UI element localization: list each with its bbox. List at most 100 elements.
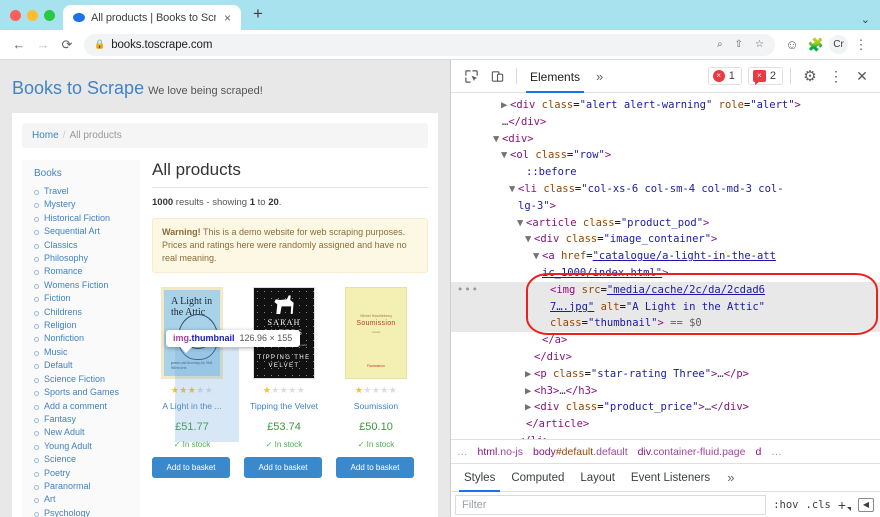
sidebar-item-young-adult[interactable]: Young Adult xyxy=(32,440,134,453)
close-icon[interactable]: ✕ xyxy=(850,64,874,88)
dom-node-line[interactable]: ▼ <li class="col-xs-6 col-sm-4 col-md-3 c… xyxy=(451,181,880,198)
dom-node-line[interactable]: </article> xyxy=(451,416,880,433)
search-icon[interactable]: ⌕ xyxy=(714,39,726,50)
dom-node-line[interactable]: ▶ <div class="alert alert-warning" role="… xyxy=(451,97,880,114)
dom-node-line[interactable]: ▼ <article class="product_pod"> xyxy=(451,215,880,232)
sidebar-item-music[interactable]: Music xyxy=(32,346,134,359)
dom-node-line[interactable]: ••• <img src="media/cache/2c/da/2cdad6 xyxy=(451,281,880,299)
sidebar-item-sequential-art[interactable]: Sequential Art xyxy=(32,225,134,238)
dom-node-line[interactable]: ▼ <ol class="row"> xyxy=(451,147,880,164)
error-count-badge[interactable]: × 1 xyxy=(707,67,742,85)
sidebar-item-add-a-comment[interactable]: Add a comment xyxy=(32,400,134,413)
gear-icon[interactable]: ⚙ xyxy=(798,64,822,88)
sidebar-item-religion[interactable]: Religion xyxy=(32,319,134,332)
tab-elements[interactable]: Elements xyxy=(524,60,586,93)
more-panel-tabs-icon[interactable]: » xyxy=(719,470,742,485)
address-bar[interactable]: 🔒 books.toscrape.com ⌕ ⇧ ☆ xyxy=(84,33,775,56)
chevron-down-icon[interactable]: ⌄ xyxy=(861,13,870,26)
add-to-basket-button[interactable]: Add to basket xyxy=(244,457,322,478)
breadcrumb-item[interactable]: html.no-js xyxy=(478,446,524,458)
dom-node-line[interactable]: ▶ <div class="product_price">…</div> xyxy=(451,399,880,416)
devtools-menu-icon[interactable]: ⋮ xyxy=(824,64,848,88)
product-title-link[interactable]: A Light in the ... xyxy=(152,401,232,412)
breadcrumb-home-link[interactable]: Home xyxy=(32,130,59,141)
sidebar-item-womens-fiction[interactable]: Womens Fiction xyxy=(32,279,134,292)
bookmark-star-icon[interactable]: ☆ xyxy=(752,39,767,50)
dom-node-line[interactable]: lg-3"> xyxy=(451,198,880,215)
sidebar-item-art[interactable]: Art xyxy=(32,493,134,506)
breadcrumb-item[interactable]: body#default.default xyxy=(533,446,628,458)
minimize-window-button[interactable] xyxy=(27,9,38,21)
sidebar-item-default[interactable]: Default xyxy=(32,359,134,372)
breadcrumb-overflow-right[interactable]: … xyxy=(771,446,782,458)
dom-node-line[interactable]: 7….jpg" alt="A Light in the Attic" xyxy=(451,298,880,316)
warning-count-badge[interactable]: × 2 xyxy=(747,67,783,85)
maximize-window-button[interactable] xyxy=(44,9,55,21)
computed-sidebar-toggle[interactable]: ◀ xyxy=(858,497,874,512)
dom-node-line[interactable]: ic_1000/index.html"> xyxy=(451,265,880,282)
dom-node-line[interactable]: </div> xyxy=(451,349,880,366)
tab-event-listeners[interactable]: Event Listeners xyxy=(624,464,717,492)
sidebar-item-fiction[interactable]: Fiction xyxy=(32,292,134,305)
avatar[interactable]: Cr xyxy=(829,35,848,54)
dom-node-line[interactable]: </li> xyxy=(451,433,880,439)
add-to-basket-button[interactable]: Add to basket xyxy=(152,457,230,478)
new-style-rule-button[interactable]: + xyxy=(838,497,852,513)
sidebar-item-fantasy[interactable]: Fantasy xyxy=(32,413,134,426)
dom-node-line[interactable]: ▼ <div> xyxy=(451,131,880,148)
dom-node-line[interactable]: …</div> xyxy=(451,114,880,131)
sidebar-item-new-adult[interactable]: New Adult xyxy=(32,426,134,439)
product-thumbnail[interactable]: Michel Houellebecq Soumission roman Flam… xyxy=(336,287,416,379)
sidebar-item-science[interactable]: Science xyxy=(32,453,134,466)
sidebar-item-historical-fiction[interactable]: Historical Fiction xyxy=(32,212,134,225)
breadcrumb-item[interactable]: d xyxy=(755,446,761,458)
sidebar-item-classics[interactable]: Classics xyxy=(32,239,134,252)
tab-computed[interactable]: Computed xyxy=(504,464,571,492)
sidebar-item-paranormal[interactable]: Paranormal xyxy=(32,480,134,493)
device-toolbar-icon[interactable] xyxy=(485,64,509,88)
product-title-link[interactable]: Tipping the Velvet xyxy=(244,401,324,412)
product-title-link[interactable]: Soumission xyxy=(336,401,416,412)
profile-icon[interactable]: ☺ xyxy=(781,34,803,56)
sidebar-item-childrens[interactable]: Childrens xyxy=(32,306,134,319)
sidebar-item-poetry[interactable]: Poetry xyxy=(32,467,134,480)
dom-node-line[interactable]: ▼ <div class="image_container"> xyxy=(451,231,880,248)
dom-node-line[interactable]: class="thumbnail"> == $0 xyxy=(451,315,880,333)
browser-tab[interactable]: All products | Books to Scrape × xyxy=(63,5,241,30)
back-button[interactable]: ← xyxy=(8,34,30,56)
new-tab-button[interactable]: + xyxy=(241,5,273,25)
dom-tree[interactable]: ▶ <div class="alert alert-warning" role="… xyxy=(451,93,880,439)
breadcrumb-overflow-left[interactable]: … xyxy=(457,446,468,458)
sidebar-item-philosophy[interactable]: Philosophy xyxy=(32,252,134,265)
sidebar-item-psychology[interactable]: Psychology xyxy=(32,507,134,517)
hover-state-button[interactable]: :hov xyxy=(773,499,798,511)
close-icon[interactable]: × xyxy=(222,12,233,24)
dom-node-line[interactable]: ▶ <p class="star-rating Three">…</p> xyxy=(451,366,880,383)
forward-button[interactable]: → xyxy=(32,34,54,56)
more-tabs-icon[interactable]: » xyxy=(588,69,611,84)
sidebar-item-nonfiction[interactable]: Nonfiction xyxy=(32,332,134,345)
share-icon[interactable]: ⇧ xyxy=(732,39,746,50)
sidebar-item-mystery[interactable]: Mystery xyxy=(32,198,134,211)
sidebar-item-romance[interactable]: Romance xyxy=(32,265,134,278)
dom-node-line[interactable]: ▶ <h3>…</h3> xyxy=(451,383,880,400)
site-brand[interactable]: Books to Scrape xyxy=(12,78,144,98)
extensions-puzzle-icon[interactable]: 🧩 xyxy=(805,34,827,56)
sidebar-item-travel[interactable]: Travel xyxy=(32,185,134,198)
dom-node-line[interactable]: </a> xyxy=(451,332,880,349)
filter-input[interactable]: Filter xyxy=(455,494,767,515)
tab-layout[interactable]: Layout xyxy=(573,464,622,492)
inspect-element-icon[interactable] xyxy=(459,64,483,88)
cover-author: Michel Houellebecq xyxy=(360,314,392,318)
sidebar-item-science-fiction[interactable]: Science Fiction xyxy=(32,373,134,386)
close-window-button[interactable] xyxy=(10,9,21,21)
reload-button[interactable]: ⟳ xyxy=(56,34,78,56)
sidebar-item-sports-and-games[interactable]: Sports and Games xyxy=(32,386,134,399)
browser-menu-icon[interactable]: ⋮ xyxy=(850,34,872,56)
breadcrumb-item[interactable]: div.container-fluid.page xyxy=(638,446,746,458)
dom-node-line[interactable]: ▼ <a href="catalogue/a-light-in-the-att xyxy=(451,248,880,265)
class-editor-button[interactable]: .cls xyxy=(806,499,831,511)
tab-styles[interactable]: Styles xyxy=(457,464,502,492)
add-to-basket-button[interactable]: Add to basket xyxy=(336,457,414,478)
dom-node-line[interactable]: ::before xyxy=(451,164,880,181)
